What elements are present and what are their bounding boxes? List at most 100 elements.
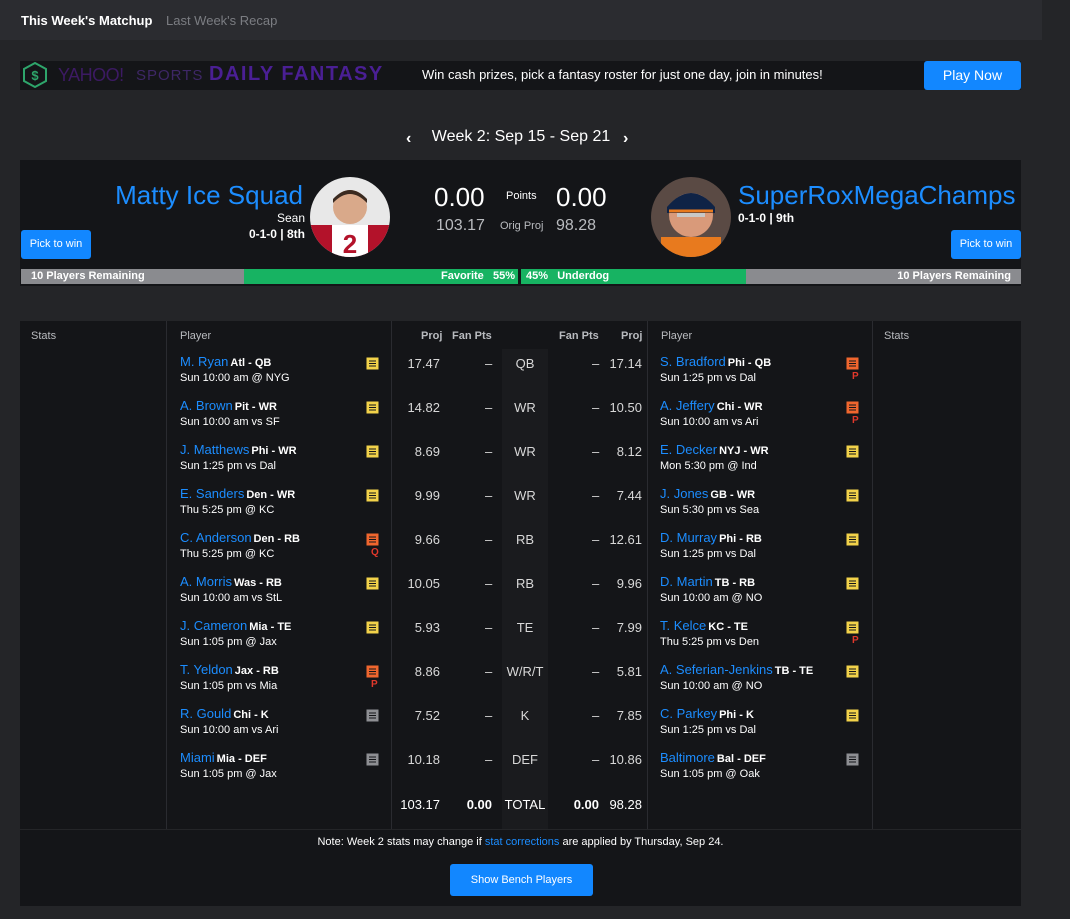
player-note-icon[interactable]	[366, 665, 379, 678]
tab-last-weeks-recap[interactable]: Last Week's Recap	[166, 13, 277, 28]
right-score: 0.00	[556, 182, 607, 212]
left-player-name[interactable]: E. Sanders Den - WR	[180, 486, 295, 501]
right-player-team: NYJ - WR	[719, 445, 769, 457]
show-bench-players-button[interactable]: Show Bench Players	[450, 864, 593, 896]
player-note-icon[interactable]	[366, 621, 379, 634]
left-player-name[interactable]: A. Morris Was - RB	[180, 574, 282, 589]
left-stats-header: Stats	[31, 330, 57, 342]
right-player-name[interactable]: C. Parkey Phi - K	[660, 706, 754, 721]
right-player-name[interactable]: D. Martin TB - RB	[660, 574, 755, 589]
right-player-name[interactable]: D. Murray Phi - RB	[660, 530, 762, 545]
player-note-icon[interactable]	[366, 533, 379, 546]
play-now-button[interactable]: Play Now	[924, 61, 1021, 90]
favorite-label: Favorite 55%	[441, 270, 515, 282]
left-player-name[interactable]: T. Yeldon Jax - RB	[180, 662, 279, 677]
underdog-label: 45% Underdog	[526, 270, 610, 282]
player-note-icon[interactable]	[846, 753, 859, 766]
right-proj-header[interactable]: Proj	[621, 330, 642, 342]
left-player-fanpts: –	[485, 532, 493, 547]
right-player-name[interactable]: T. Kelce KC - TE	[660, 618, 748, 633]
left-proj-header[interactable]: Proj	[421, 330, 442, 342]
right-fanpts-header[interactable]: Fan Pts	[559, 330, 599, 342]
top-tab-bar: This Week's Matchup Last Week's Recap	[0, 0, 1042, 40]
right-team-avatar[interactable]	[651, 177, 731, 257]
player-note-icon[interactable]	[846, 665, 859, 678]
roster-position: RB	[515, 532, 535, 547]
left-player-team: Atl - QB	[230, 357, 272, 369]
svg-text:$: $	[31, 68, 39, 83]
stat-corrections-link[interactable]: stat corrections	[485, 836, 560, 848]
right-team-name[interactable]: SuperRoxMegaChamps	[738, 180, 1015, 211]
pick-to-win-right-button[interactable]: Pick to win	[951, 230, 1021, 259]
player-note-icon[interactable]	[846, 401, 859, 414]
left-score: 0.00	[434, 182, 485, 212]
left-player-fanpts: –	[485, 356, 493, 371]
tab-this-weeks-matchup[interactable]: This Week's Matchup	[21, 13, 152, 28]
player-note-icon[interactable]	[366, 489, 379, 502]
left-player-name[interactable]: J. Matthews Phi - WR	[180, 442, 297, 457]
right-player-status: P	[852, 371, 859, 382]
right-player-game: Thu 5:25 pm vs Den	[660, 636, 760, 648]
svg-text:2: 2	[343, 229, 357, 257]
left-player-proj: 8.86	[414, 664, 440, 679]
right-player-proj: 7.99	[616, 620, 642, 635]
right-orig-proj: 98.28	[556, 217, 597, 234]
player-note-icon[interactable]	[366, 577, 379, 590]
right-players-remaining: 10 Players Remaining	[897, 270, 1011, 282]
right-player-name[interactable]: Baltimore Bal - DEF	[660, 750, 766, 765]
left-player-name[interactable]: Miami Mia - DEF	[180, 750, 267, 765]
right-player-name[interactable]: J. Jones GB - WR	[660, 486, 755, 501]
table-row: T. Yeldon Jax - RB Sun 1:05 pm vs Mia P 8.86…	[20, 662, 1021, 706]
left-player-team: Den - RB	[253, 533, 300, 545]
left-player-fanpts: –	[485, 488, 493, 503]
left-player-name[interactable]: R. Gould Chi - K	[180, 706, 269, 721]
player-note-icon[interactable]	[846, 445, 859, 458]
player-note-icon[interactable]	[366, 401, 379, 414]
left-fanpts-header[interactable]: Fan Pts	[452, 330, 492, 342]
left-manager: Sean	[276, 211, 305, 225]
right-player-name[interactable]: A. Seferian-Jenkins TB - TE	[660, 662, 813, 677]
left-player-game: Sun 1:25 pm vs Dal	[180, 460, 276, 472]
player-note-icon[interactable]	[846, 577, 859, 590]
right-player-name[interactable]: S. Bradford Phi - QB	[660, 354, 771, 369]
left-player-name[interactable]: J. Cameron Mia - TE	[180, 618, 291, 633]
table-row: J. Cameron Mia - TE Sun 1:05 pm @ Jax 5.93 –…	[20, 618, 1021, 662]
brand-daily-fantasy: DAILY FANTASY	[209, 63, 384, 85]
left-player-name[interactable]: M. Ryan Atl - QB	[180, 354, 271, 369]
table-row: M. Ryan Atl - QB Sun 10:00 am @ NYG 17.47 – Q…	[20, 354, 1021, 398]
left-player-game: Sun 10:00 am @ NYG	[180, 372, 290, 384]
left-player-fanpts: –	[485, 708, 493, 723]
left-player-game: Thu 5:25 pm @ KC	[180, 548, 275, 560]
player-note-icon[interactable]	[846, 621, 859, 634]
pick-to-win-left-button[interactable]: Pick to win	[21, 230, 91, 259]
left-player-proj: 5.93	[414, 620, 440, 635]
left-team-name[interactable]: Matty Ice Squad	[115, 180, 303, 211]
table-row: J. Matthews Phi - WR Sun 1:25 pm vs Dal 8.6…	[20, 442, 1021, 486]
player-note-icon[interactable]	[846, 357, 859, 370]
player-note-icon[interactable]	[366, 709, 379, 722]
left-player-fanpts: –	[485, 752, 493, 767]
left-team-avatar[interactable]: 2	[310, 177, 390, 257]
table-row: C. Anderson Den - RB Thu 5:25 pm @ KC Q 9.66…	[20, 530, 1021, 574]
player-note-icon[interactable]	[366, 445, 379, 458]
player-note-icon[interactable]	[846, 709, 859, 722]
right-player-name[interactable]: A. Jeffery Chi - WR	[660, 398, 763, 413]
chevron-right-icon[interactable]: ›	[623, 130, 628, 148]
right-player-proj: 10.86	[609, 752, 642, 767]
player-note-icon[interactable]	[846, 489, 859, 502]
left-player-name[interactable]: A. Brown Pit - WR	[180, 398, 277, 413]
left-player-game: Sun 1:05 pm @ Jax	[180, 636, 277, 648]
left-player-proj: 10.18	[407, 752, 440, 767]
left-player-name[interactable]: C. Anderson Den - RB	[180, 530, 300, 545]
left-player-proj: 7.52	[414, 708, 440, 723]
left-player-proj: 17.47	[407, 356, 440, 371]
right-player-proj: 8.12	[616, 444, 642, 459]
right-player-name[interactable]: E. Decker NYJ - WR	[660, 442, 769, 457]
matchup-header: Pick to win Matty Ice Squad Sean 0-1-0 |…	[20, 160, 1021, 286]
table-row: Miami Mia - DEF Sun 1:05 pm @ Jax 10.18 – DEF…	[20, 750, 1021, 794]
player-note-icon[interactable]	[846, 533, 859, 546]
player-note-icon[interactable]	[366, 753, 379, 766]
right-player-game: Sun 1:25 pm vs Dal	[660, 724, 756, 736]
left-player-team: Phi - WR	[251, 445, 297, 457]
player-note-icon[interactable]	[366, 357, 379, 370]
